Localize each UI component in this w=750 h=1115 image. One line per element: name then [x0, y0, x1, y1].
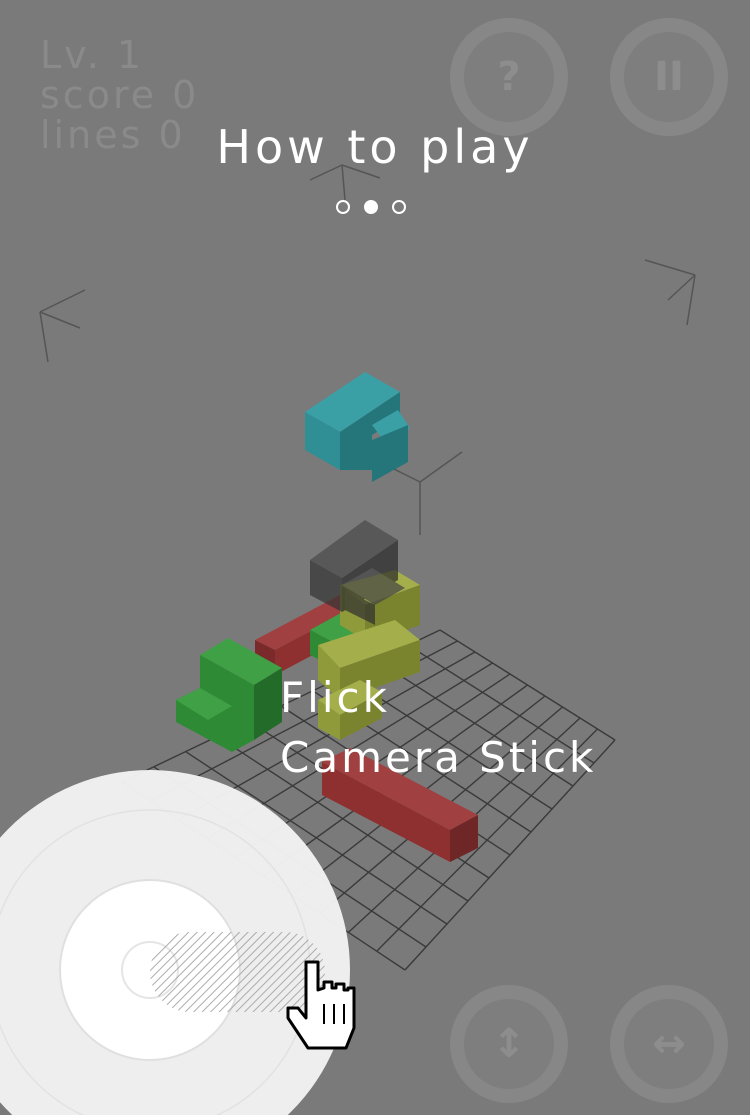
help-button[interactable]: ?	[450, 18, 568, 136]
hud-level: Lv. 1	[40, 33, 145, 77]
page-dot-2[interactable]	[364, 200, 378, 214]
pause-button[interactable]: II	[610, 18, 728, 136]
rotate-vertical-button[interactable]: ↕	[450, 985, 568, 1103]
hud-score: score 0	[40, 73, 200, 117]
camera-axis-arrows	[39, 164, 696, 363]
rotate-horizontal-button[interactable]: ↔	[610, 985, 728, 1103]
camera-stick[interactable]	[0, 770, 350, 1115]
tutorial-caption: Flick Camera Stick	[280, 668, 596, 788]
page-indicator[interactable]	[336, 200, 406, 214]
tutorial-title: How to play	[216, 120, 534, 174]
game-stage[interactable]: Lv. 1 score 0 lines 0 ? II ↕ ↔ How to pl…	[0, 0, 750, 1115]
caption-line-1: Flick	[280, 673, 390, 722]
falling-piece-cyan	[305, 372, 410, 482]
help-icon: ?	[497, 54, 521, 100]
vertical-arrow-icon: ↕	[492, 1021, 526, 1067]
horizontal-arrow-icon: ↔	[652, 1021, 686, 1067]
caption-line-2: Camera Stick	[280, 733, 597, 782]
page-dot-3[interactable]	[392, 200, 406, 214]
page-dot-1[interactable]	[336, 200, 350, 214]
pause-icon: II	[654, 54, 684, 100]
